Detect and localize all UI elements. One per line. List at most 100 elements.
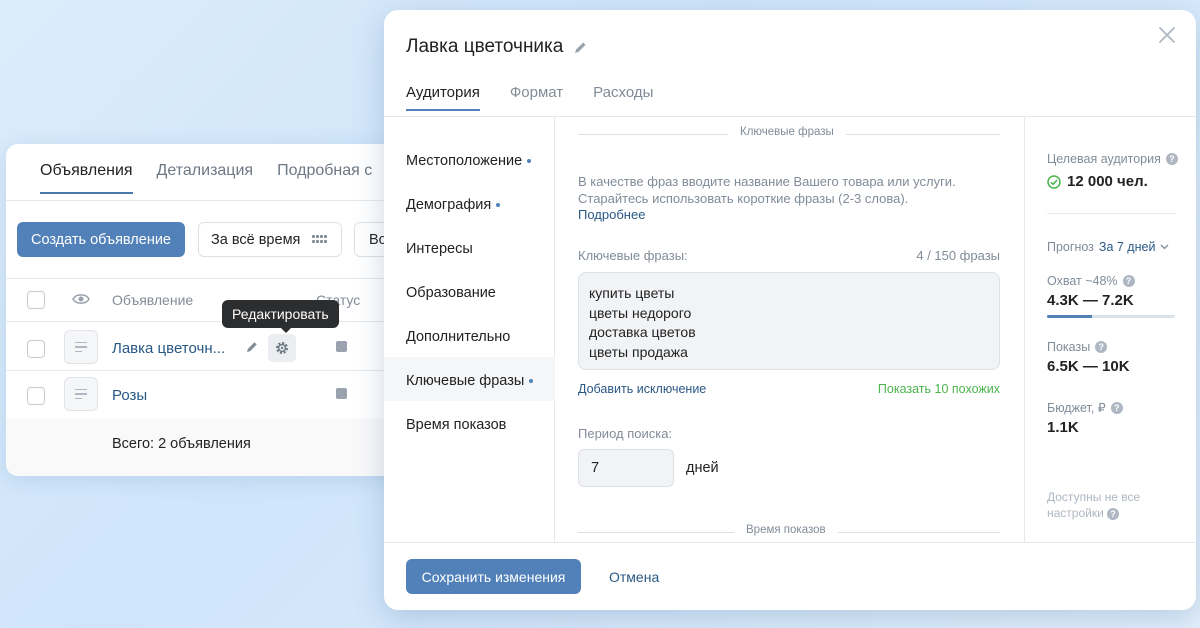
forecast-period-select[interactable]: За 7 дней bbox=[1099, 240, 1156, 254]
tab-detailed[interactable]: Подробная с bbox=[277, 162, 372, 194]
keyword-line: купить цветы bbox=[589, 285, 675, 301]
search-period-input[interactable]: 7 bbox=[578, 449, 674, 487]
audience-label: Целевая аудитория ? bbox=[1047, 152, 1178, 166]
sidebar-item-label: Ключевые фразы bbox=[406, 373, 525, 389]
edit-tooltip: Редактировать bbox=[222, 300, 339, 333]
row-checkbox[interactable] bbox=[27, 387, 45, 405]
eye-icon[interactable] bbox=[72, 292, 90, 306]
search-period-unit: дней bbox=[686, 460, 719, 476]
keyword-line: цветы продажа bbox=[589, 343, 688, 360]
budget-value: 1.1K bbox=[1047, 419, 1079, 436]
status-stopped-icon bbox=[336, 341, 347, 352]
impressions-label-text: Показы bbox=[1047, 340, 1091, 354]
sidebar-item-additional[interactable]: Дополнительно bbox=[406, 329, 510, 345]
edit-pencil-icon[interactable] bbox=[245, 340, 259, 354]
sidebar-item-label: Интересы bbox=[406, 241, 473, 257]
audience-value: 12 000 чел. bbox=[1047, 173, 1148, 190]
check-circle-icon bbox=[1047, 174, 1061, 189]
forecast-divider bbox=[1047, 213, 1176, 214]
impressions-value: 6.5K — 10K bbox=[1047, 358, 1130, 375]
reach-value: 4.3K — 7.2K bbox=[1047, 292, 1134, 309]
impressions-label: Показы ? bbox=[1047, 340, 1108, 354]
ad-document-icon bbox=[64, 330, 98, 364]
ads-panel: Объявления Детализация Подробная с Созда… bbox=[6, 144, 426, 476]
modal-title: Лавка цветочника bbox=[406, 36, 588, 58]
close-icon[interactable] bbox=[1156, 24, 1178, 46]
search-period-label: Период поиска: bbox=[578, 426, 673, 441]
add-exclusion-link[interactable]: Добавить исключение bbox=[578, 382, 706, 396]
budget-label: Бюджет, ₽ ? bbox=[1047, 400, 1123, 415]
question-icon[interactable]: ? bbox=[1107, 508, 1120, 520]
settings-sidebar: Местоположение Демография Интересы Образ… bbox=[384, 117, 555, 542]
filled-dot-icon bbox=[496, 203, 501, 207]
chevron-down-icon[interactable] bbox=[1160, 244, 1169, 250]
audience-label-text: Целевая аудитория bbox=[1047, 152, 1161, 166]
select-all-checkbox[interactable] bbox=[27, 291, 45, 309]
section-title-schedule: Время показов bbox=[734, 524, 838, 536]
sidebar-item-label: Образование bbox=[406, 285, 496, 301]
modal-title-text: Лавка цветочника bbox=[406, 36, 564, 57]
ads-tabs: Объявления Детализация Подробная с bbox=[40, 162, 396, 194]
keyword-line: доставка цветов bbox=[589, 324, 696, 340]
forecast-period: Прогноз За 7 дней bbox=[1047, 240, 1169, 254]
reach-label: Охват ~48% ? bbox=[1047, 274, 1135, 288]
ad-name-link[interactable]: Лавка цветочн... bbox=[112, 340, 225, 357]
row-checkbox[interactable] bbox=[27, 340, 45, 358]
sidebar-item-keywords[interactable]: Ключевые фразы bbox=[406, 373, 534, 389]
question-icon[interactable]: ? bbox=[1122, 275, 1135, 287]
cancel-button[interactable]: Отмена bbox=[609, 569, 659, 585]
keyword-line: цветы недорого bbox=[589, 304, 692, 321]
sidebar-item-schedule[interactable]: Время показов bbox=[406, 417, 506, 433]
edit-title-pencil-icon[interactable] bbox=[573, 40, 588, 55]
question-icon[interactable]: ? bbox=[1110, 401, 1123, 414]
tab-expenses[interactable]: Расходы bbox=[593, 84, 653, 111]
sidebar-item-education[interactable]: Образование bbox=[406, 285, 496, 301]
audience-count: 12 000 чел. bbox=[1067, 173, 1148, 190]
settings-button[interactable] bbox=[268, 334, 296, 362]
sidebar-item-demography[interactable]: Демография bbox=[406, 197, 501, 213]
tab-audience[interactable]: Аудитория bbox=[406, 84, 480, 111]
forecast-panel: Целевая аудитория ? 12 000 чел. Прогноз … bbox=[1024, 117, 1196, 542]
keywords-section: Ключевые фразы В качестве фраз вводите н… bbox=[556, 117, 1024, 542]
edit-ad-modal: Лавка цветочника Аудитория Формат Расход… bbox=[384, 10, 1196, 610]
gear-icon bbox=[276, 342, 288, 354]
question-icon[interactable]: ? bbox=[1165, 153, 1178, 165]
tab-format[interactable]: Формат bbox=[510, 84, 563, 111]
period-button[interactable]: За всё время bbox=[198, 222, 342, 257]
forecast-label: Прогноз bbox=[1047, 240, 1094, 254]
filled-dot-icon bbox=[527, 159, 532, 163]
tabs-divider bbox=[6, 200, 426, 201]
keywords-label: Ключевые фразы: bbox=[578, 248, 688, 263]
calendar-icon bbox=[312, 234, 328, 245]
reach-label-text: Охват ~48% bbox=[1047, 274, 1118, 288]
sidebar-item-label: Время показов bbox=[406, 417, 507, 433]
budget-label-text: Бюджет, ₽ bbox=[1047, 401, 1106, 415]
ad-name-link[interactable]: Розы bbox=[112, 387, 147, 404]
modal-footer: Сохранить изменения Отмена bbox=[384, 542, 1196, 610]
modal-tabs: Аудитория Формат Расходы bbox=[406, 84, 683, 111]
reach-progress-fill bbox=[1047, 315, 1092, 318]
more-info-link[interactable]: Подробнее bbox=[578, 207, 645, 222]
filled-dot-icon bbox=[529, 379, 534, 383]
tab-details[interactable]: Детализация bbox=[157, 162, 254, 194]
sidebar-item-label: Демография bbox=[406, 197, 492, 213]
table-total-row: Всего: 2 объявления bbox=[6, 418, 426, 476]
question-icon[interactable]: ? bbox=[1095, 341, 1108, 353]
sidebar-item-interests[interactable]: Интересы bbox=[406, 241, 473, 257]
section-title-keywords: Ключевые фразы bbox=[728, 126, 846, 138]
reach-progress-bar bbox=[1047, 315, 1175, 318]
settings-notice-text: Доступны не все настройки bbox=[1047, 490, 1141, 520]
settings-notice: Доступны не все настройки ? bbox=[1047, 489, 1177, 521]
sidebar-item-location[interactable]: Местоположение bbox=[406, 153, 532, 169]
status-stopped-icon bbox=[336, 388, 347, 399]
keywords-textarea[interactable]: купить цветы цветы недорого доставка цве… bbox=[578, 272, 1000, 370]
create-ad-button[interactable]: Создать объявление bbox=[17, 222, 185, 257]
keywords-counter: 4 / 150 фразы bbox=[916, 248, 1000, 263]
show-similar-link[interactable]: Показать 10 похожих bbox=[878, 382, 1000, 396]
save-changes-button[interactable]: Сохранить изменения bbox=[406, 559, 581, 594]
ad-document-icon bbox=[64, 377, 98, 411]
tab-ads[interactable]: Объявления bbox=[40, 162, 133, 194]
column-ad[interactable]: Объявление bbox=[112, 292, 193, 308]
sidebar-item-label: Дополнительно bbox=[406, 329, 511, 345]
keywords-hint: В качестве фраз вводите название Вашего … bbox=[578, 174, 956, 206]
